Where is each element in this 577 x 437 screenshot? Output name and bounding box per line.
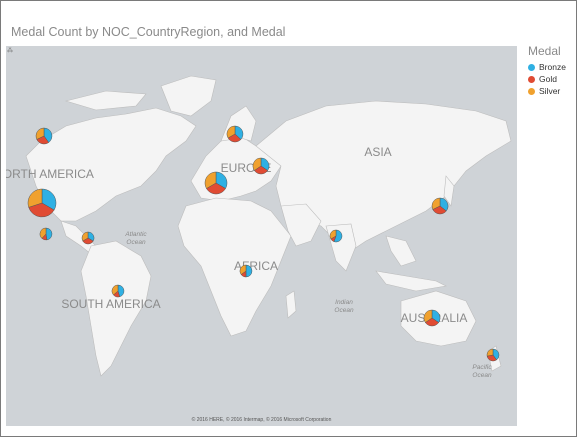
map-canvas: NORTH AMERICAEUROPEASIAAFRICASOUTH AMERI… xyxy=(6,75,512,379)
pie-slice-silver[interactable] xyxy=(486,348,494,357)
legend-title: Medal xyxy=(528,44,561,58)
pie-marker-australia[interactable] xyxy=(423,309,441,327)
pie-marker-north-america-mexico[interactable] xyxy=(39,227,53,241)
legend-item-bronze[interactable]: Bronze xyxy=(528,61,576,73)
land-southeast-asia xyxy=(385,235,417,267)
land-arctic-islands xyxy=(64,90,147,111)
pie-marker-europe-west[interactable] xyxy=(204,171,228,195)
region-label: ASIA xyxy=(364,145,391,159)
legend-swatch-gold xyxy=(528,75,535,83)
legend-swatch-bronze xyxy=(528,63,535,71)
region-label: NORTH AMERICA xyxy=(6,167,94,181)
pie-marker-north-america-canada[interactable] xyxy=(35,127,53,145)
legend-item-gold[interactable]: Gold xyxy=(528,73,576,85)
legend: Medal Bronze Gold Silver xyxy=(528,44,576,97)
ocean-label: Pacific xyxy=(472,364,492,371)
pie-marker-new-zealand[interactable] xyxy=(486,348,500,362)
land-madagascar xyxy=(285,290,297,319)
pie-marker-africa[interactable] xyxy=(239,264,253,278)
ocean-label: Ocean xyxy=(472,372,492,379)
ocean-label: Indian xyxy=(335,299,353,306)
map-attribution: © 2016 HERE, © 2016 Intermap, © 2016 Mic… xyxy=(191,417,332,423)
land-greenland xyxy=(160,75,217,117)
chart-frame: Medal Count by NOC_CountryRegion, and Me… xyxy=(0,0,577,437)
pie-marker-asia-east[interactable] xyxy=(431,197,449,215)
land-india xyxy=(325,223,357,272)
land-indonesia xyxy=(375,270,447,292)
pie-slice-bronze[interactable] xyxy=(45,227,53,241)
ocean-label: Ocean xyxy=(126,239,146,246)
legend-label-bronze: Bronze xyxy=(539,62,566,72)
pie-marker-europe-north[interactable] xyxy=(226,125,244,143)
legend-swatch-silver xyxy=(528,87,535,95)
chart-title: Medal Count by NOC_CountryRegion, and Me… xyxy=(11,25,286,39)
pie-marker-asia-south[interactable] xyxy=(329,229,343,243)
pie-marker-europe-east[interactable] xyxy=(252,157,270,175)
landmasses xyxy=(25,75,512,377)
pie-marker-north-america-usa[interactable] xyxy=(27,188,57,218)
region-label: SOUTH AMERICA xyxy=(61,297,160,311)
ocean-label: Ocean xyxy=(334,307,354,314)
map-plot[interactable]: ⁂ ORTH AMERICA EUROPE ASIA AFRICA SOUTH … xyxy=(6,46,517,426)
pie-marker-south-america[interactable] xyxy=(111,284,125,298)
legend-label-gold: Gold xyxy=(539,74,557,84)
legend-item-silver[interactable]: Silver xyxy=(528,85,576,97)
ocean-label: Atlantic xyxy=(124,231,147,238)
legend-label-silver: Silver xyxy=(539,86,561,96)
pie-marker-caribbean[interactable] xyxy=(81,231,95,245)
